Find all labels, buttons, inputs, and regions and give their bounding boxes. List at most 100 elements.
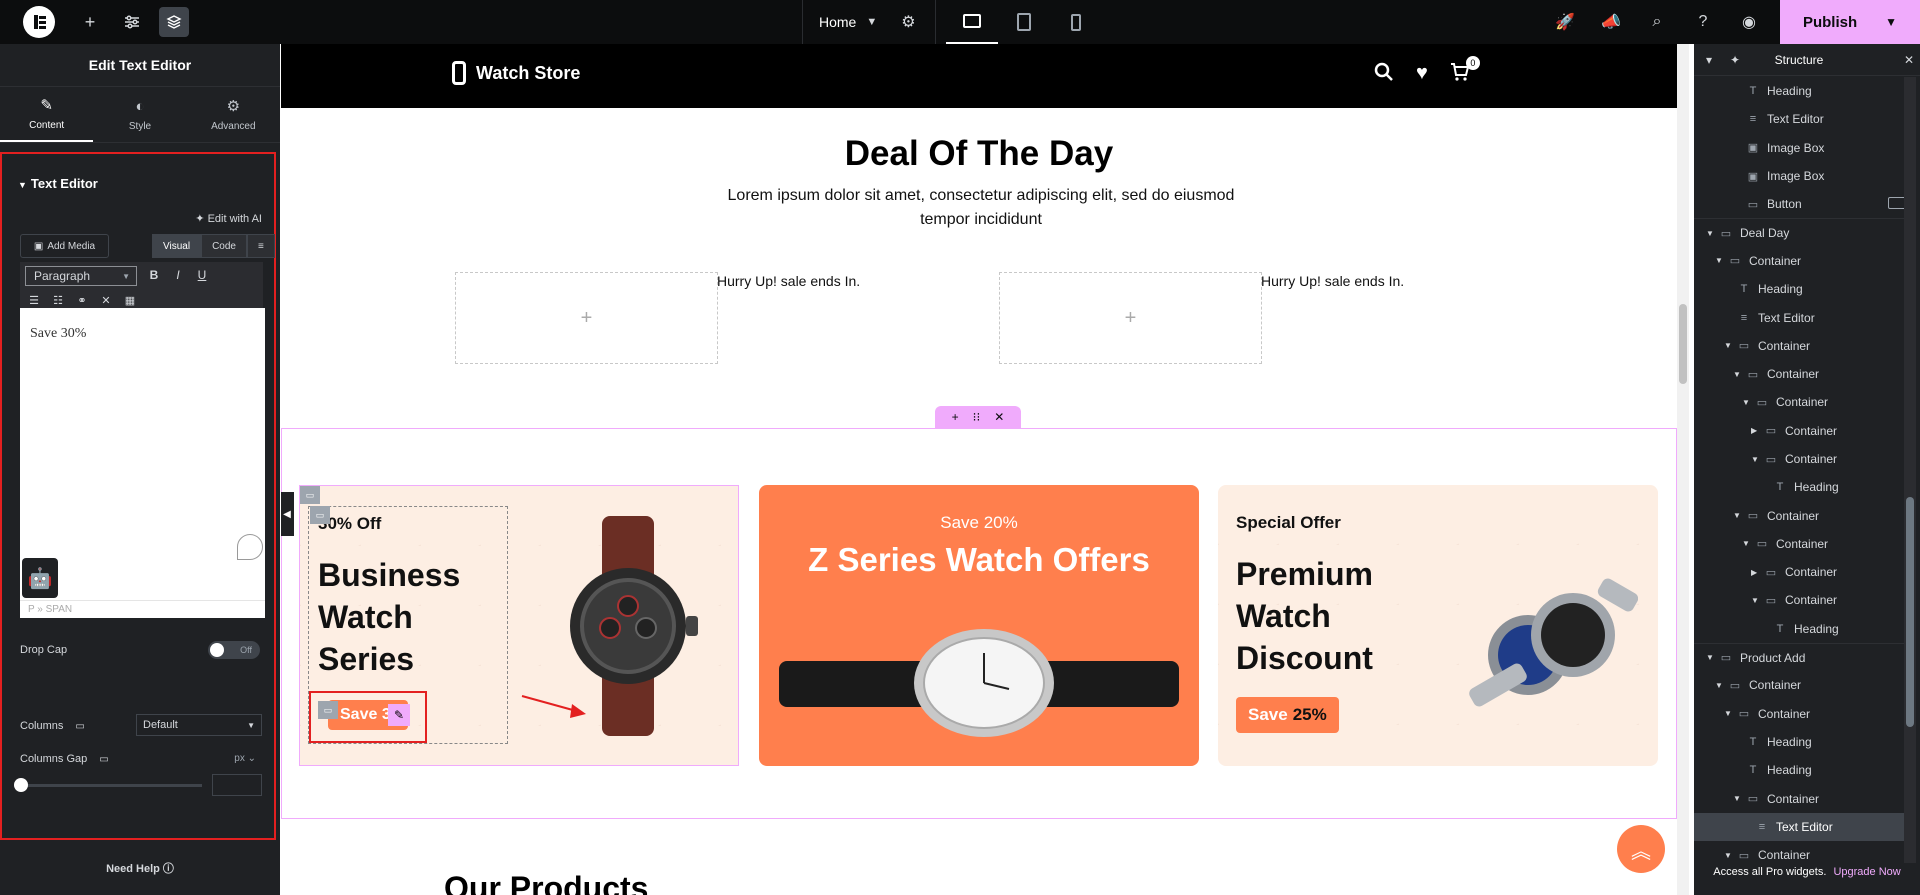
structure-item[interactable]: ▼ ▭ Container bbox=[1694, 671, 1904, 699]
scrollbar-thumb[interactable] bbox=[1679, 304, 1687, 384]
structure-item[interactable]: ▼ ▭ Container bbox=[1694, 388, 1904, 416]
collapse-panel-icon[interactable]: ◀ bbox=[281, 492, 294, 536]
empty-widget-placeholder[interactable]: + bbox=[999, 272, 1262, 364]
caret-down-icon[interactable]: ▼ bbox=[1715, 256, 1725, 265]
page-settings-gear-icon[interactable]: ⚙ bbox=[901, 12, 915, 32]
toolbar-toggle-icon[interactable]: ▦ bbox=[120, 294, 140, 307]
columns-select[interactable]: Default ▼ bbox=[136, 714, 262, 736]
structure-item[interactable]: T Heading bbox=[1694, 615, 1904, 643]
caret-down-icon[interactable]: ▼ bbox=[1751, 596, 1761, 605]
structure-item[interactable]: ▼ ▭ Container bbox=[1694, 332, 1904, 360]
canvas-scrollbar[interactable] bbox=[1677, 44, 1689, 895]
drag-handle-icon[interactable]: ⁝⁝ bbox=[973, 410, 981, 424]
heart-icon[interactable]: ♥ bbox=[1416, 62, 1428, 88]
structure-item[interactable]: ▭ Button bbox=[1694, 190, 1910, 218]
caret-down-icon[interactable]: ▼ bbox=[1724, 851, 1734, 860]
publish-button[interactable]: Publish ▼ bbox=[1780, 0, 1920, 44]
structure-scrollbar[interactable] bbox=[1904, 77, 1916, 863]
structure-item[interactable]: ▼ ▭ Deal Day bbox=[1694, 218, 1904, 246]
caret-down-icon[interactable]: ▼ bbox=[1733, 511, 1743, 520]
deal-card-z-series[interactable]: Save 20% Z Series Watch Offers bbox=[759, 485, 1199, 766]
scrollbar-thumb[interactable] bbox=[1906, 497, 1914, 727]
elementor-logo-icon[interactable] bbox=[23, 6, 55, 38]
mobile-view-button[interactable] bbox=[1050, 0, 1102, 44]
add-element-icon[interactable]: + bbox=[75, 7, 105, 37]
structure-item[interactable]: ▼ ▭ Container bbox=[1694, 784, 1904, 812]
structure-item[interactable]: ≡ Text Editor bbox=[1694, 303, 1904, 331]
tablet-view-button[interactable] bbox=[998, 0, 1050, 44]
caret-down-icon[interactable]: ▼ bbox=[1742, 398, 1752, 407]
site-brand[interactable]: Watch Store bbox=[452, 61, 580, 85]
slider-handle[interactable] bbox=[14, 778, 28, 792]
section-header[interactable]: ▼ Text Editor bbox=[18, 176, 98, 191]
code-tab[interactable]: Code bbox=[201, 234, 247, 258]
save-badge[interactable]: Save 25% bbox=[1236, 697, 1339, 733]
rocket-icon[interactable]: 🚀 bbox=[1550, 7, 1580, 37]
structure-item[interactable]: ▼ ▭ Product Add bbox=[1694, 642, 1904, 671]
caret-down-icon[interactable]: ▼ bbox=[1733, 370, 1743, 379]
database-icon[interactable]: ≡ bbox=[246, 234, 275, 258]
caret-down-icon[interactable]: ▼ bbox=[1715, 681, 1725, 690]
structure-item[interactable]: ≡ Text Editor bbox=[1694, 105, 1904, 133]
structure-item[interactable]: ▼ ▭ Container bbox=[1694, 501, 1904, 529]
caret-down-icon[interactable]: ▼ bbox=[1724, 341, 1734, 350]
add-section-icon[interactable]: + bbox=[952, 410, 959, 424]
structure-item[interactable]: ▼ ▭ Container bbox=[1694, 700, 1904, 728]
structure-item[interactable]: ▶ ▭ Container bbox=[1694, 558, 1904, 586]
structure-item[interactable]: ▼ ▭ Container bbox=[1694, 586, 1904, 614]
desktop-icon[interactable]: ▭ bbox=[99, 754, 108, 765]
chevron-down-icon[interactable]: ▼ bbox=[1885, 15, 1897, 29]
caret-down-icon[interactable]: ▼ bbox=[1706, 653, 1716, 662]
unit-selector[interactable]: px ⌄ bbox=[234, 753, 256, 764]
caret-down-icon[interactable]: ▼ bbox=[1724, 709, 1734, 718]
structure-item[interactable]: ▶ ▭ Container bbox=[1694, 417, 1904, 445]
structure-item[interactable]: T Heading bbox=[1694, 275, 1904, 303]
italic-icon[interactable]: I bbox=[168, 268, 188, 282]
structure-item[interactable]: ▼ ▭ Container bbox=[1694, 530, 1904, 558]
desktop-icon[interactable]: ▭ bbox=[75, 721, 84, 732]
tab-advanced[interactable]: ⚙ Advanced bbox=[187, 87, 280, 142]
deal-card-business[interactable]: 30% Off Business Watch Series Save 3( ✎ … bbox=[299, 485, 739, 766]
section-handle[interactable]: + ⁝⁝ ✕ bbox=[935, 406, 1021, 428]
paragraph-format-select[interactable]: Paragraph ▼ bbox=[25, 266, 137, 286]
text-editor-area[interactable]: Save 30% 🤖 P » SPAN bbox=[20, 308, 265, 618]
edit-pencil-icon[interactable]: ✎ bbox=[388, 704, 410, 726]
scroll-to-top-button[interactable]: ︽ bbox=[1617, 825, 1665, 873]
structure-item[interactable]: ▼ ▭ Container bbox=[1694, 445, 1904, 473]
tab-content[interactable]: ✎ Content bbox=[0, 87, 94, 142]
deal-card-premium[interactable]: Special Offer Premium Watch Discount Sav… bbox=[1218, 485, 1658, 766]
need-help-link[interactable]: Need Help ⓘ bbox=[0, 860, 280, 876]
caret-down-icon[interactable]: ▼ bbox=[1742, 539, 1752, 548]
underline-icon[interactable]: U bbox=[192, 268, 212, 282]
search-icon[interactable]: ⌕ bbox=[1642, 7, 1672, 37]
caret-down-icon[interactable]: ▼ bbox=[1706, 229, 1716, 238]
comment-bubble-icon[interactable] bbox=[237, 534, 263, 560]
structure-item[interactable]: ▼ ▭ Container bbox=[1694, 247, 1904, 275]
structure-item[interactable]: T Heading bbox=[1694, 77, 1904, 105]
link-icon[interactable]: ⚭ bbox=[72, 294, 92, 307]
structure-item[interactable]: ▼ ▭ Container bbox=[1694, 360, 1904, 388]
structure-item[interactable]: T Heading bbox=[1694, 756, 1904, 784]
upgrade-link[interactable]: Upgrade Now bbox=[1833, 866, 1900, 878]
empty-widget-placeholder[interactable]: + bbox=[455, 272, 718, 364]
edit-with-ai-link[interactable]: ✦ Edit with AI bbox=[195, 212, 262, 225]
visual-tab[interactable]: Visual bbox=[152, 234, 202, 258]
tab-style[interactable]: ◐ Style bbox=[93, 87, 186, 142]
container-handle-icon[interactable]: ▭ bbox=[310, 506, 330, 524]
layers-icon[interactable] bbox=[159, 7, 189, 37]
bold-icon[interactable]: B bbox=[144, 268, 164, 282]
delete-section-icon[interactable]: ✕ bbox=[994, 410, 1004, 424]
desktop-view-button[interactable] bbox=[946, 0, 998, 44]
caret-right-icon[interactable]: ▶ bbox=[1751, 426, 1761, 435]
notifications-megaphone-icon[interactable]: 📣 bbox=[1596, 7, 1626, 37]
columns-gap-slider[interactable] bbox=[14, 778, 202, 792]
close-icon[interactable]: ✕ bbox=[1904, 53, 1914, 67]
caret-down-icon[interactable]: ▼ bbox=[1751, 455, 1761, 464]
add-media-button[interactable]: ▣ Add Media bbox=[20, 234, 109, 258]
structure-item[interactable]: ≡ Text Editor bbox=[1694, 812, 1904, 842]
page-selector[interactable]: Home ▼ ⚙ bbox=[802, 0, 936, 44]
columns-gap-input[interactable] bbox=[212, 774, 262, 796]
structure-item[interactable]: T Heading bbox=[1694, 473, 1904, 501]
structure-item[interactable]: ▣ Image Box bbox=[1694, 134, 1904, 162]
container-handle-icon[interactable]: ▭ bbox=[300, 486, 320, 504]
